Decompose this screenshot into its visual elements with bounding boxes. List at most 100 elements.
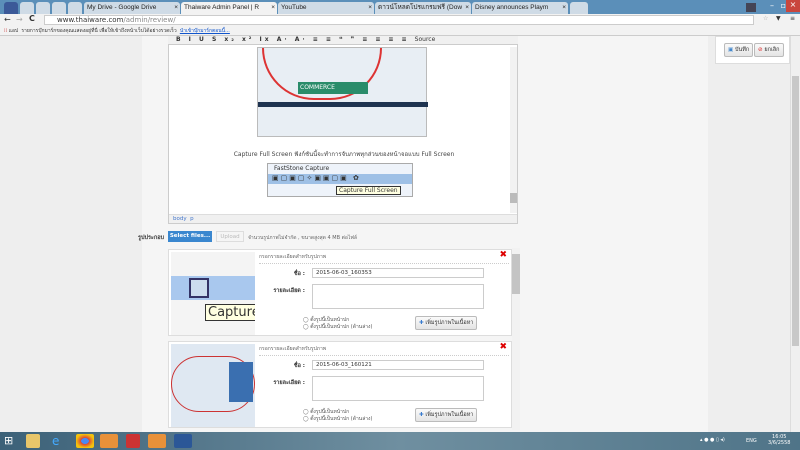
apps-link[interactable]: แอป	[9, 28, 18, 34]
image-card: กรอกรายละเอียดสำหรับรูปภาพ ✖ ชื่อ : 2015…	[168, 341, 512, 428]
plus-icon: ✚	[419, 412, 424, 418]
delete-icon[interactable]: ✖	[499, 250, 507, 260]
format-buttons[interactable]: B I U S x₂ x² Ix A· A· ≡ ≡ ❝ ❞ ≡ ≡ ≡ ≡	[176, 36, 410, 43]
url-host: www.thaiware.com	[57, 16, 124, 24]
select-files-button[interactable]: Select files...	[168, 231, 212, 242]
taskbar-strip	[258, 102, 428, 107]
attachments-label: รูปประกอบ	[138, 235, 164, 241]
reload-button[interactable]: C	[29, 14, 35, 23]
card-header: กรอกรายละเอียดสำหรับรูปภาพ	[259, 345, 509, 356]
close-icon[interactable]: ×	[271, 4, 275, 12]
cover-bottom-label: ตั้งรูปนี้เป็นหน้าปก (ด้านล่าง)	[310, 416, 373, 422]
tab-thaiware-admin[interactable]: Thaiware Admin Panel | R ×	[181, 2, 277, 14]
tab-facebook[interactable]	[4, 2, 18, 14]
editor-scrollbar[interactable]	[510, 47, 517, 213]
cancel-label: ยกเลิก	[764, 47, 780, 53]
page-scrollbar[interactable]	[790, 36, 800, 432]
close-window-button[interactable]: ×	[786, 0, 800, 12]
apps-icon[interactable]: ⁞⁞	[4, 28, 7, 34]
start-button[interactable]: ⊞	[4, 434, 18, 448]
clock[interactable]: 16:05 3/6/2558	[768, 434, 790, 446]
save-button[interactable]: ▣ บันทึก	[724, 43, 754, 57]
ie-icon[interactable]: e	[52, 434, 66, 448]
image-thumbnail: Capture	[171, 252, 255, 335]
bookmarks-message: รายการบุ๊กมาร์กของคุณแสดงอยู่ที่นี่ เพื่…	[21, 28, 177, 34]
fullscreen-icon	[189, 278, 209, 298]
tab-label: ดาวน์โหลดโปรแกรมฟรี (Dow	[378, 4, 463, 11]
menu-icon[interactable]: ≡	[790, 15, 795, 22]
tab-blank-3[interactable]	[68, 2, 82, 14]
url-input[interactable]: www.thaiware.com/admin/review/	[44, 15, 754, 25]
commerce-banner: COMMERCE	[298, 82, 368, 94]
cover-bottom-radio[interactable]: ◯ ตั้งรูปนี้เป็นหน้าปก (ด้านล่าง)	[303, 415, 372, 423]
import-bookmarks-link[interactable]: นำเข้าบุ๊กมาร์กตอนนี้...	[180, 28, 230, 34]
add-label: เพิ่มรูปภาพในเนื้อหา	[425, 412, 474, 418]
language-indicator[interactable]: ENG	[746, 438, 757, 444]
rich-text-editor[interactable]: COMMERCE Capture Full Screen ฟังก์ชันนี้…	[168, 36, 518, 224]
new-tab-button[interactable]	[570, 2, 588, 14]
tab-strip: My Drive - Google Drive × Thaiware Admin …	[0, 0, 800, 14]
cover-bottom-radio[interactable]: ◯ ตั้งรูปนี้เป็นหน้าปก (ด้านล่าง)	[303, 323, 372, 331]
tab-gmail[interactable]	[20, 2, 34, 14]
name-label: ชื่อ :	[293, 363, 305, 369]
line-icon[interactable]	[148, 434, 166, 448]
forward-button[interactable]: →	[16, 15, 23, 24]
tab-youtube[interactable]: YouTube ×	[278, 2, 374, 14]
cover-bottom-label: ตั้งรูปนี้เป็นหน้าปก (ด้านล่าง)	[310, 324, 373, 330]
editor-caption: Capture Full Screen ฟังก์ชันนี้จะทำการจั…	[233, 151, 455, 158]
tab-label: YouTube	[281, 4, 307, 11]
card-header: กรอกรายละเอียดสำหรับรูปภาพ	[259, 253, 509, 264]
image-card: Capture กรอกรายละเอียดสำหรับรูปภาพ ✖ ชื่…	[168, 249, 512, 336]
close-icon[interactable]: ×	[562, 4, 566, 12]
close-icon[interactable]: ×	[465, 4, 469, 12]
word-icon[interactable]	[174, 434, 192, 448]
add-to-content-button[interactable]: ✚ เพิ่มรูปภาพในเนื้อหา	[415, 408, 478, 422]
tab-label: Disney announces Playm	[475, 4, 549, 11]
close-icon[interactable]: ×	[174, 4, 178, 12]
faststone-title: FastStone Capture	[274, 165, 330, 172]
cancel-button[interactable]: ⊘ ยกเลิก	[754, 43, 784, 57]
action-panel: ▣ บันทึก ⊘ ยกเลิก	[715, 36, 790, 64]
upload-note: จำนวนรูปภาพไม่จำกัด , ขนาดสูงสุด 4 MB ต่…	[248, 235, 357, 241]
name-label: ชื่อ :	[293, 271, 305, 277]
editor-screenshot-image: COMMERCE	[257, 47, 428, 137]
element-path: body p	[169, 214, 517, 223]
taskbar: ⊞ e ▴ ● ● ▯ ◂) ENG 16:05 3/6/2558	[0, 432, 800, 450]
page-content: COMMERCE Capture Full Screen ฟังก์ชันนี้…	[0, 36, 790, 432]
name-input[interactable]: 2015-06-03_160353	[312, 268, 484, 278]
tab-disney[interactable]: Disney announces Playm ×	[472, 2, 568, 14]
description-textarea[interactable]	[312, 284, 484, 309]
name-input[interactable]: 2015-06-03_160121	[312, 360, 484, 370]
minimize-button[interactable]: –	[770, 1, 774, 10]
tab-blank-1[interactable]	[36, 2, 50, 14]
description-label: รายละเอียด :	[273, 288, 305, 294]
bookmarks-bar: ⁞⁞ แอป รายการบุ๊กมาร์กของคุณแสดงอยู่ที่น…	[0, 26, 800, 36]
upload-button[interactable]: Upload	[216, 231, 244, 242]
tab-label: My Drive - Google Drive	[87, 4, 157, 11]
pocket-icon[interactable]: ▼	[776, 15, 781, 22]
tab-blank-2[interactable]	[52, 2, 66, 14]
source-button[interactable]: Source	[415, 36, 436, 43]
tab-label: Thaiware Admin Panel | R	[184, 4, 260, 11]
chrome-icon[interactable]	[76, 434, 94, 448]
editor-toolbar[interactable]: B I U S x₂ x² Ix A· A· ≡ ≡ ❝ ❞ ≡ ≡ ≡ ≡ S…	[168, 36, 518, 45]
close-icon[interactable]: ×	[368, 4, 372, 12]
description-textarea[interactable]	[312, 376, 484, 401]
tooltip: Capture Full Screen	[336, 186, 401, 195]
tab-google-drive[interactable]: My Drive - Google Drive ×	[84, 2, 180, 14]
skype-icon[interactable]	[100, 434, 118, 448]
file-explorer-icon[interactable]	[26, 434, 40, 448]
back-button[interactable]: ←	[4, 15, 11, 24]
thumb-tooltip: Capture	[205, 304, 255, 321]
forbidden-icon: ⊘	[758, 47, 763, 53]
app-icon[interactable]	[126, 434, 140, 448]
star-icon[interactable]: ☆	[763, 15, 768, 22]
tray-icons[interactable]: ▴ ● ● ▯ ◂)	[700, 437, 725, 443]
delete-icon[interactable]: ✖	[499, 342, 507, 352]
user-icon[interactable]	[746, 3, 756, 12]
attachments-scrollbar[interactable]	[512, 248, 520, 430]
save-label: บันทึก	[734, 47, 750, 53]
plus-icon: ✚	[419, 320, 424, 326]
tab-download[interactable]: ดาวน์โหลดโปรแกรมฟรี (Dow ×	[375, 2, 471, 14]
add-to-content-button[interactable]: ✚ เพิ่มรูปภาพในเนื้อหา	[415, 316, 478, 330]
